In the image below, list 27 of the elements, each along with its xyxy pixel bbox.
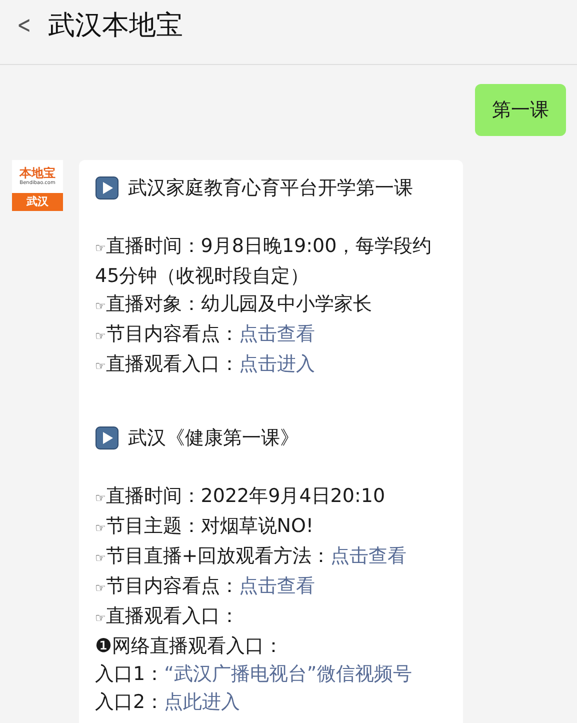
back-button[interactable]: < [17, 11, 32, 39]
info-line: ☞直播观看入口： [95, 604, 240, 629]
link[interactable]: “武汉广播电视台”微信视频号 [164, 663, 412, 685]
chat-title: 武汉本地宝 [48, 9, 184, 43]
info-line: ☞节目内容看点：点击查看 [95, 574, 316, 599]
info-line: 入口2：点此进入 [95, 690, 242, 715]
info-line: ☞直播时间：2022年9月4日20:10 [95, 484, 386, 509]
link[interactable]: 点击查看 [330, 545, 407, 567]
info-line: ❶网络直播观看入口： [95, 634, 284, 659]
info-line: ☞节目主题：对烟草说NO! [95, 514, 315, 539]
info-line: ☞直播时间：9月8日晚19:00，每学段约45分钟（收视时段自定） [95, 234, 433, 289]
info-line: ☞节目内容看点：点击查看 [95, 322, 316, 347]
play-icon [95, 426, 119, 450]
link[interactable]: 点击查看 [238, 575, 315, 597]
section-heading: 武汉《健康第一课》 [128, 426, 299, 451]
link[interactable]: 点此进入 [164, 691, 240, 713]
play-icon [95, 176, 119, 200]
sent-message-bubble: 第一课 [475, 84, 566, 136]
info-line: 入口1：“武汉广播电视台”微信视频号 [95, 662, 413, 687]
link[interactable]: 点击进入 [238, 353, 315, 375]
info-line: ☞节目直播+回放观看方法：点击查看 [95, 544, 408, 569]
info-line: ☞直播观看入口：点击进入 [95, 352, 316, 377]
link[interactable]: 点击查看 [238, 323, 315, 345]
avatar-city-text: 武汉 [12, 193, 63, 211]
section-heading: 武汉家庭教育心育平台开学第一课 [128, 176, 413, 201]
avatar-brand-text: 本地宝 [20, 166, 56, 180]
info-line: ☞直播对象：幼儿园及中小学家长 [95, 292, 373, 317]
